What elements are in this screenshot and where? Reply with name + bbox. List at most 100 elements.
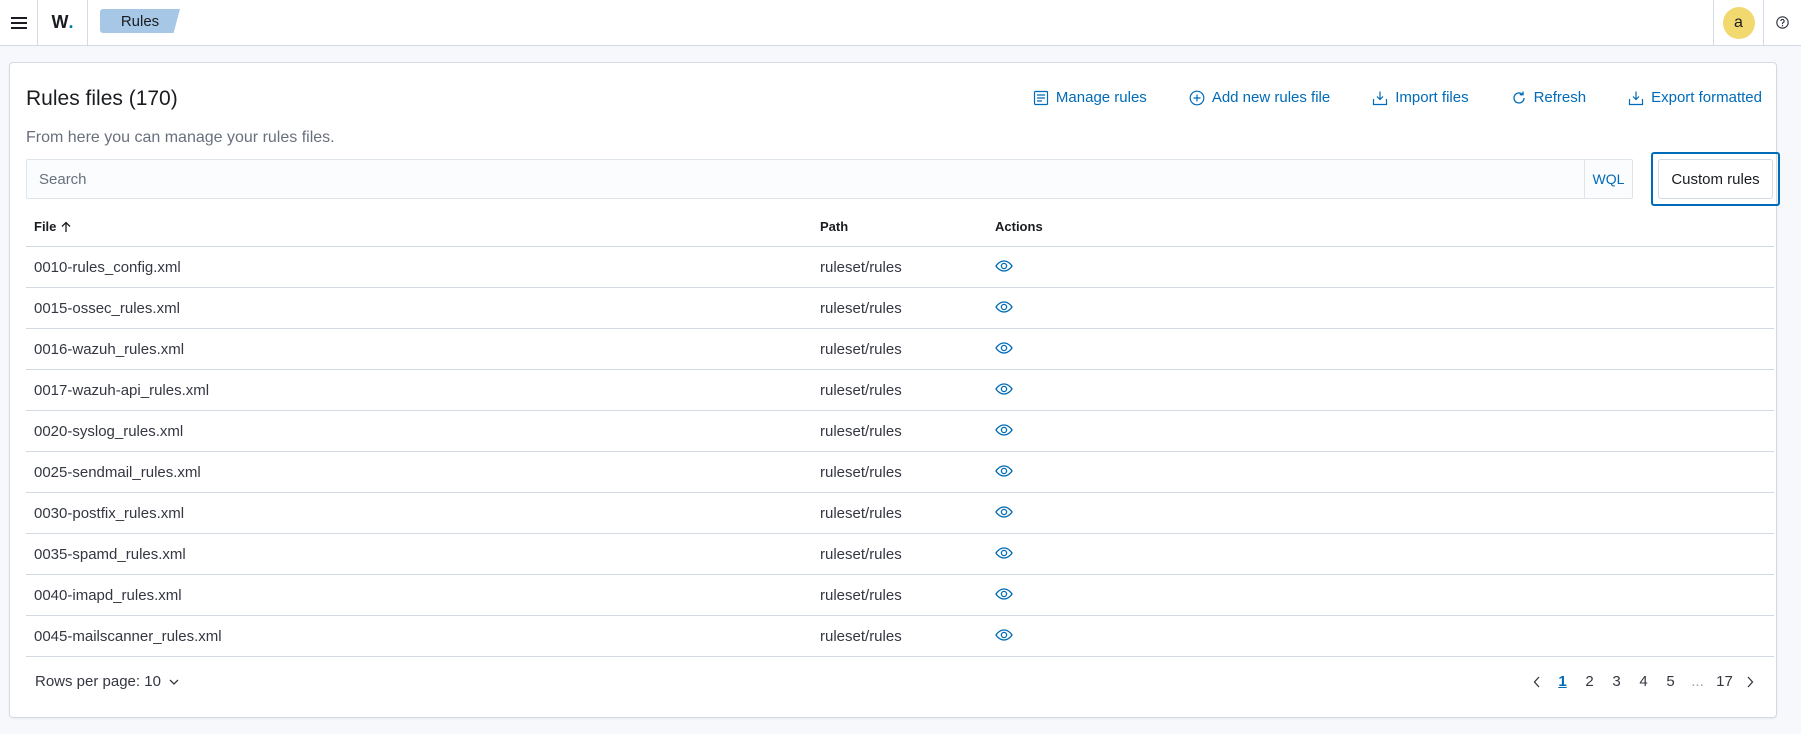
breadcrumb-rules[interactable]: Rules xyxy=(100,9,180,33)
file-cell: 0016-wazuh_rules.xml xyxy=(34,341,185,358)
rows-per-page-select[interactable]: Rows per page: 10 xyxy=(35,673,179,690)
sort-ascending-icon xyxy=(61,221,71,232)
view-button[interactable] xyxy=(995,422,1013,442)
help-icon xyxy=(1776,16,1789,29)
path-cell: ruleset/rules xyxy=(820,423,902,440)
refresh-icon xyxy=(1512,91,1525,104)
table-row[interactable]: 0025-sendmail_rules.xml ruleset/rules xyxy=(26,452,1774,493)
plus-circle-icon xyxy=(1189,90,1205,105)
path-cell: ruleset/rules xyxy=(820,546,902,563)
search-input[interactable]: Search xyxy=(27,171,1584,188)
view-button[interactable] xyxy=(995,627,1013,647)
view-button[interactable] xyxy=(995,586,1013,606)
eye-icon xyxy=(995,260,1013,272)
file-cell: 0020-syslog_rules.xml xyxy=(34,423,184,440)
eye-icon xyxy=(995,629,1013,641)
manage-rules-button[interactable]: Manage rules xyxy=(1033,89,1147,106)
refresh-button[interactable]: Refresh xyxy=(1511,89,1587,106)
import-icon xyxy=(1373,91,1388,105)
page-button-2[interactable]: 2 xyxy=(1576,673,1603,690)
column-file-label: File xyxy=(34,219,57,234)
file-cell: 0015-ossec_rules.xml xyxy=(34,300,180,317)
table-header: File Path Actions xyxy=(26,205,1774,247)
pagination-ellipsis: ... xyxy=(1691,673,1704,690)
app-logo[interactable]: W. xyxy=(38,0,88,45)
file-cell: 0040-imapd_rules.xml xyxy=(34,587,182,604)
eye-icon xyxy=(995,588,1013,600)
file-cell: 0035-spamd_rules.xml xyxy=(34,546,186,563)
view-button[interactable] xyxy=(995,504,1013,524)
view-button[interactable] xyxy=(995,340,1013,360)
view-button[interactable] xyxy=(995,463,1013,483)
view-button[interactable] xyxy=(995,381,1013,401)
chevron-down-icon xyxy=(169,679,179,685)
rows-per-page-label: Rows per page: 10 xyxy=(35,673,161,690)
chevron-left-icon xyxy=(1533,676,1540,687)
table-row[interactable]: 0010-rules_config.xml ruleset/rules xyxy=(26,247,1774,288)
previous-page-button[interactable] xyxy=(1525,676,1549,688)
next-page-button[interactable] xyxy=(1738,676,1762,688)
column-header-actions: Actions xyxy=(995,219,1043,234)
rules-table: File Path Actions 0010-rules_config.xml … xyxy=(26,205,1774,657)
file-cell: 0045-mailscanner_rules.xml xyxy=(34,628,222,645)
column-header-file[interactable]: File xyxy=(34,219,72,234)
eye-icon xyxy=(995,301,1013,313)
path-cell: ruleset/rules xyxy=(820,341,902,358)
eye-icon xyxy=(995,506,1013,518)
logo-dot: . xyxy=(68,12,74,32)
eye-icon xyxy=(995,342,1013,354)
path-cell: ruleset/rules xyxy=(820,628,902,645)
page-button-3[interactable]: 3 xyxy=(1603,673,1630,690)
table-row[interactable]: 0020-syslog_rules.xml ruleset/rules xyxy=(26,411,1774,452)
page-button-4[interactable]: 4 xyxy=(1630,673,1657,690)
eye-icon xyxy=(995,547,1013,559)
import-files-label: Import files xyxy=(1395,89,1469,106)
view-button[interactable] xyxy=(995,258,1013,278)
help-button[interactable] xyxy=(1763,0,1801,45)
menu-button[interactable] xyxy=(0,0,38,45)
page-button-5[interactable]: 5 xyxy=(1657,673,1684,690)
table-row[interactable]: 0045-mailscanner_rules.xml ruleset/rules xyxy=(26,616,1774,657)
manage-rules-label: Manage rules xyxy=(1055,89,1147,106)
file-cell: 0010-rules_config.xml xyxy=(34,259,181,276)
file-cell: 0030-postfix_rules.xml xyxy=(34,505,185,522)
export-formatted-label: Export formatted xyxy=(1651,89,1762,106)
table-row[interactable]: 0040-imapd_rules.xml ruleset/rules xyxy=(26,575,1774,616)
refresh-label: Refresh xyxy=(1533,89,1587,106)
path-cell: ruleset/rules xyxy=(820,587,902,604)
table-row[interactable]: 0016-wazuh_rules.xml ruleset/rules xyxy=(26,329,1774,370)
column-header-path[interactable]: Path xyxy=(820,219,848,234)
custom-rules-button-focus: Custom rules xyxy=(1651,152,1780,206)
toolbar: Manage rules Add new rules file Import f… xyxy=(991,89,1762,106)
view-button[interactable] xyxy=(995,545,1013,565)
path-cell: ruleset/rules xyxy=(820,300,902,317)
table-row[interactable]: 0030-postfix_rules.xml ruleset/rules xyxy=(26,493,1774,534)
eye-icon xyxy=(995,465,1013,477)
user-menu[interactable]: a xyxy=(1713,0,1763,45)
add-rules-file-label: Add new rules file xyxy=(1211,89,1331,106)
export-formatted-button[interactable]: Export formatted xyxy=(1628,89,1762,106)
table-row[interactable]: 0015-ossec_rules.xml ruleset/rules xyxy=(26,288,1774,329)
avatar: a xyxy=(1722,6,1755,39)
page-button-17[interactable]: 17 xyxy=(1711,673,1738,690)
file-cell: 0025-sendmail_rules.xml xyxy=(34,464,201,481)
add-rules-file-button[interactable]: Add new rules file xyxy=(1189,89,1330,106)
hamburger-icon xyxy=(10,16,27,29)
path-cell: ruleset/rules xyxy=(820,505,902,522)
table-row[interactable]: 0017-wazuh-api_rules.xml ruleset/rules xyxy=(26,370,1774,411)
page-button-1[interactable]: 1 xyxy=(1549,673,1576,690)
logo-text: W xyxy=(51,12,69,32)
pagination: 1 2 3 4 5 ... 17 xyxy=(1525,673,1762,690)
view-button[interactable] xyxy=(995,299,1013,319)
search-bar: Search WQL xyxy=(26,159,1633,199)
page-title: Rules files (170) xyxy=(26,87,178,110)
wql-button[interactable]: WQL xyxy=(1584,160,1632,198)
top-header: W. Rules a xyxy=(0,0,1801,46)
rules-panel: Rules files (170) From here you can mana… xyxy=(9,62,1780,718)
import-files-button[interactable]: Import files xyxy=(1372,89,1469,106)
path-cell: ruleset/rules xyxy=(820,382,902,399)
path-cell: ruleset/rules xyxy=(820,464,902,481)
table-row[interactable]: 0035-spamd_rules.xml ruleset/rules xyxy=(26,534,1774,575)
file-cell: 0017-wazuh-api_rules.xml xyxy=(34,382,210,399)
custom-rules-button[interactable]: Custom rules xyxy=(1658,159,1773,199)
